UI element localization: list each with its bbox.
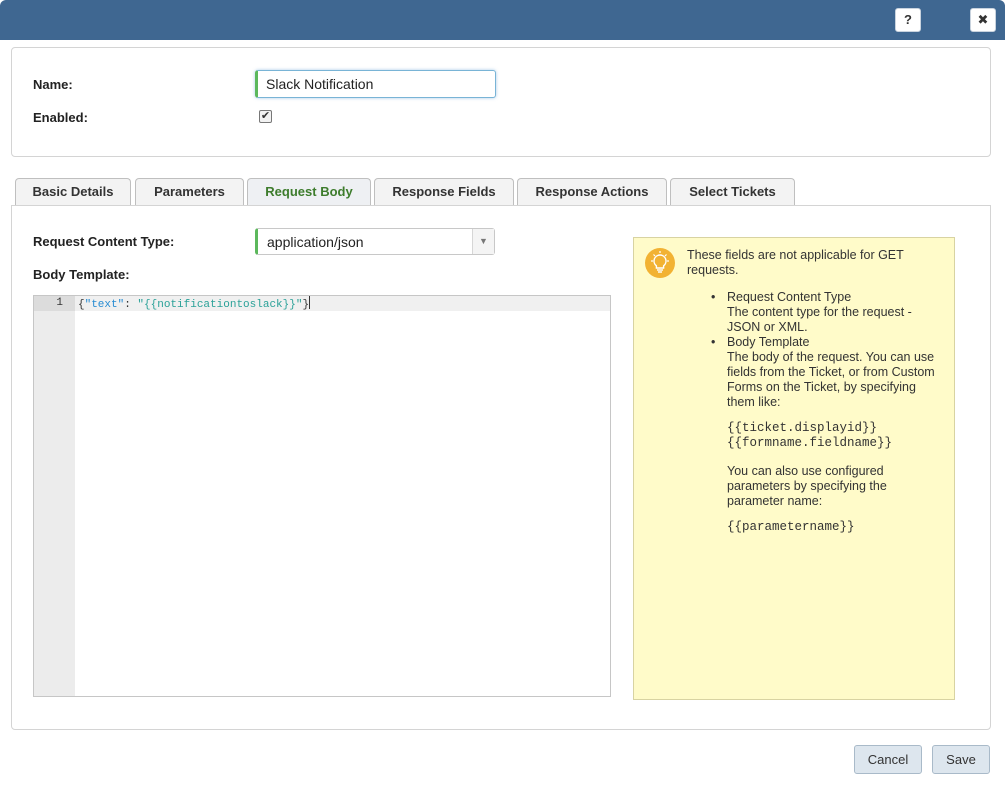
help-example-3: {{parametername}} (727, 520, 855, 534)
code-key: "text" (84, 299, 125, 311)
help-item-text: The content type for the request - JSON … (727, 305, 912, 334)
general-panel: Name: Enabled: ✔ (11, 47, 991, 157)
tab-response-actions[interactable]: Response Actions (517, 178, 667, 206)
code-colon: : (124, 299, 138, 311)
line-number: 1 (34, 296, 75, 311)
tab-select-tickets[interactable]: Select Tickets (670, 178, 795, 206)
tab-request-body[interactable]: Request Body (247, 178, 371, 207)
code-string: "{{notificationtoslack}}" (137, 299, 303, 311)
name-label: Name: (33, 77, 73, 92)
help-list: Request Content Type The content type fo… (711, 290, 942, 410)
close-icon[interactable]: ✖ (970, 8, 996, 32)
cancel-button[interactable]: Cancel (854, 745, 922, 774)
help-example-2: {{formname.fieldname}} (727, 436, 893, 450)
help-box: These fields are not applicable for GET … (633, 237, 955, 700)
help-example-1: {{ticket.displayid}} (727, 421, 878, 435)
tab-response-fields[interactable]: Response Fields (374, 178, 514, 206)
dialog-titlebar: ? ✖ (0, 0, 1005, 40)
body-template-editor[interactable]: 1 {"text": "{{notificationtoslack}}"} (33, 295, 611, 697)
help-intro: These fields are not applicable for GET … (687, 248, 904, 277)
help-item: Body Template The body of the request. Y… (711, 335, 942, 410)
request-content-type-label: Request Content Type: (33, 234, 175, 249)
save-button[interactable]: Save (932, 745, 990, 774)
help-item-text: The body of the request. You can use fie… (727, 350, 935, 409)
chevron-down-icon[interactable]: ▼ (472, 229, 494, 254)
help-param-text: You can also use configured parameters b… (727, 464, 887, 508)
code-line[interactable]: {"text": "{{notificationtoslack}}"} (78, 296, 311, 311)
name-input[interactable] (255, 70, 496, 98)
request-content-type-select[interactable]: application/json ▼ (255, 228, 495, 255)
tab-basic-details[interactable]: Basic Details (15, 178, 131, 206)
help-item-title: Request Content Type (727, 290, 852, 304)
editor-gutter (34, 296, 75, 696)
selected-content-type: application/json (267, 234, 364, 250)
help-button[interactable]: ? (895, 8, 921, 32)
request-body-panel: Request Content Type: application/json ▼… (11, 205, 991, 730)
help-item: Request Content Type The content type fo… (711, 290, 942, 335)
help-item-title: Body Template (727, 335, 810, 349)
lightbulb-icon (645, 248, 675, 278)
enabled-checkbox[interactable]: ✔ (259, 110, 272, 123)
body-template-label: Body Template: (33, 267, 130, 282)
code-close-brace: } (302, 299, 310, 311)
code-open-brace: { (78, 299, 85, 311)
enabled-label: Enabled: (33, 110, 88, 125)
tab-parameters[interactable]: Parameters (135, 178, 244, 206)
text-cursor (309, 296, 311, 309)
